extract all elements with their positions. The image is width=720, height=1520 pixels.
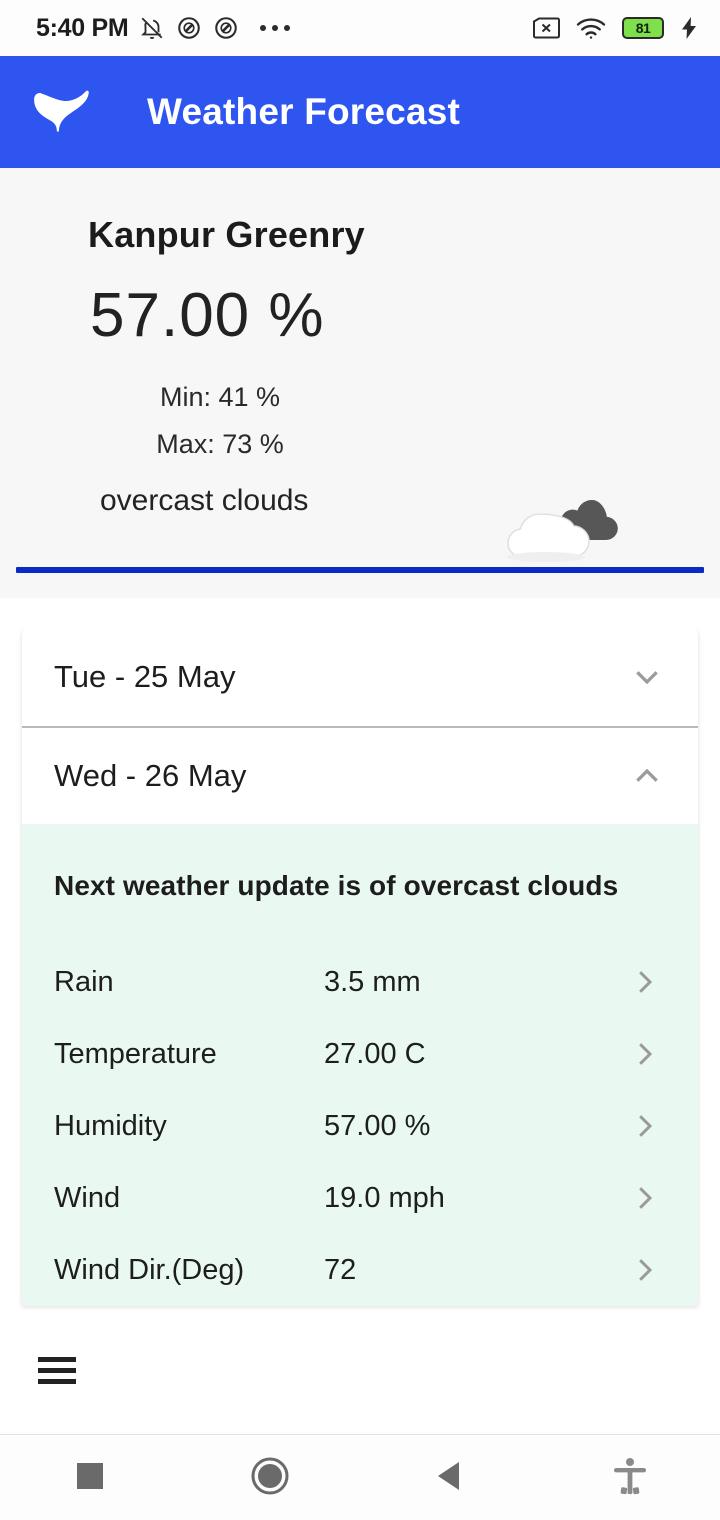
row-value: 19.0 mph [324, 1181, 445, 1214]
status-clock: 5:40 PM [36, 13, 129, 42]
do-not-disturb-icon [176, 15, 202, 41]
table-row[interactable]: Wind Dir.(Deg) 72 [22, 1234, 698, 1306]
overcast-clouds-icon [500, 478, 660, 568]
chevron-right-icon[interactable] [630, 1111, 660, 1141]
recents-button[interactable] [0, 1436, 180, 1520]
triangle-left-icon [434, 1459, 466, 1498]
accessibility-button[interactable] [540, 1436, 720, 1520]
row-value: 72 [324, 1253, 357, 1286]
chevron-down-icon[interactable] [630, 660, 664, 694]
chevron-right-icon[interactable] [630, 967, 660, 997]
row-label: Rain [54, 965, 114, 998]
accordion-header-tue[interactable]: Tue - 25 May [22, 628, 698, 726]
row-value: 27.00 C [324, 1037, 426, 1070]
accordion-label: Wed - 26 May [54, 758, 247, 793]
hamburger-menu-icon[interactable] [38, 1357, 76, 1384]
battery-level: 81 [635, 20, 651, 36]
bottom-bar [0, 1313, 720, 1435]
accordion-header-wed[interactable]: Wed - 26 May [22, 726, 698, 824]
home-button[interactable] [180, 1436, 360, 1520]
chevron-right-icon[interactable] [630, 1039, 660, 1069]
chevron-up-icon[interactable] [630, 759, 664, 793]
app-screen: 5:40 PM 81 Weather Forecast Kanpur Green… [0, 0, 720, 1520]
table-row[interactable]: Wind 19.0 mph [22, 1162, 698, 1234]
wifi-icon [576, 17, 606, 40]
battery-icon: 81 [622, 17, 664, 39]
accessibility-person-icon [613, 1457, 647, 1500]
row-value: 3.5 mm [324, 965, 421, 998]
current-value: 57.00 % [90, 281, 325, 350]
overflow-dots-icon [260, 25, 291, 31]
section-divider [16, 567, 704, 573]
table-row[interactable]: Humidity 57.00 % [22, 1090, 698, 1162]
do-not-disturb-icon [213, 15, 239, 41]
sim-missing-icon [532, 17, 560, 39]
chevron-right-icon[interactable] [630, 1255, 660, 1285]
status-bar-left: 5:40 PM [36, 13, 291, 43]
row-label: Wind [54, 1181, 121, 1214]
chevron-right-icon[interactable] [630, 1183, 660, 1213]
circle-icon [250, 1456, 290, 1501]
app-bar: Weather Forecast [0, 56, 720, 168]
page-title: Weather Forecast [147, 91, 461, 132]
back-button[interactable] [360, 1436, 540, 1520]
system-navigation-bar [0, 1436, 720, 1520]
min-value: Min: 41 % [159, 382, 281, 412]
square-icon [74, 1460, 106, 1497]
status-bar: 5:40 PM 81 [0, 0, 720, 56]
status-bar-right: 81 [532, 16, 698, 40]
weather-description: overcast clouds [100, 484, 309, 517]
panel-title: Next weather update is of overcast cloud… [54, 870, 619, 901]
row-value: 57.00 % [324, 1109, 431, 1142]
table-row[interactable]: Rain 3.5 mm [22, 946, 698, 1018]
bird-logo-icon [30, 79, 96, 145]
max-value: Max: 73 % [156, 429, 284, 459]
city-name: Kanpur Greenry [88, 214, 365, 255]
row-label: Humidity [54, 1109, 167, 1142]
forecast-scroll-area[interactable]: Tue - 25 May Wed - 26 May Next weather u… [0, 628, 720, 1313]
current-weather-section: Kanpur Greenry 57.00 % Min: 41 % Max: 73… [0, 168, 720, 598]
row-label: Wind Dir.(Deg) [54, 1253, 245, 1286]
accordion-label: Tue - 25 May [54, 659, 236, 694]
notifications-off-icon [139, 15, 165, 41]
forecast-detail-rows: Rain 3.5 mm Temperature 27.00 C Humidity… [22, 902, 698, 1306]
table-row[interactable]: Temperature 27.00 C [22, 1018, 698, 1090]
charging-bolt-icon [680, 16, 698, 40]
forecast-detail-panel: Next weather update is of overcast cloud… [22, 824, 698, 1306]
row-label: Temperature [54, 1037, 217, 1070]
forecast-card-list: Tue - 25 May Wed - 26 May Next weather u… [22, 628, 698, 1306]
